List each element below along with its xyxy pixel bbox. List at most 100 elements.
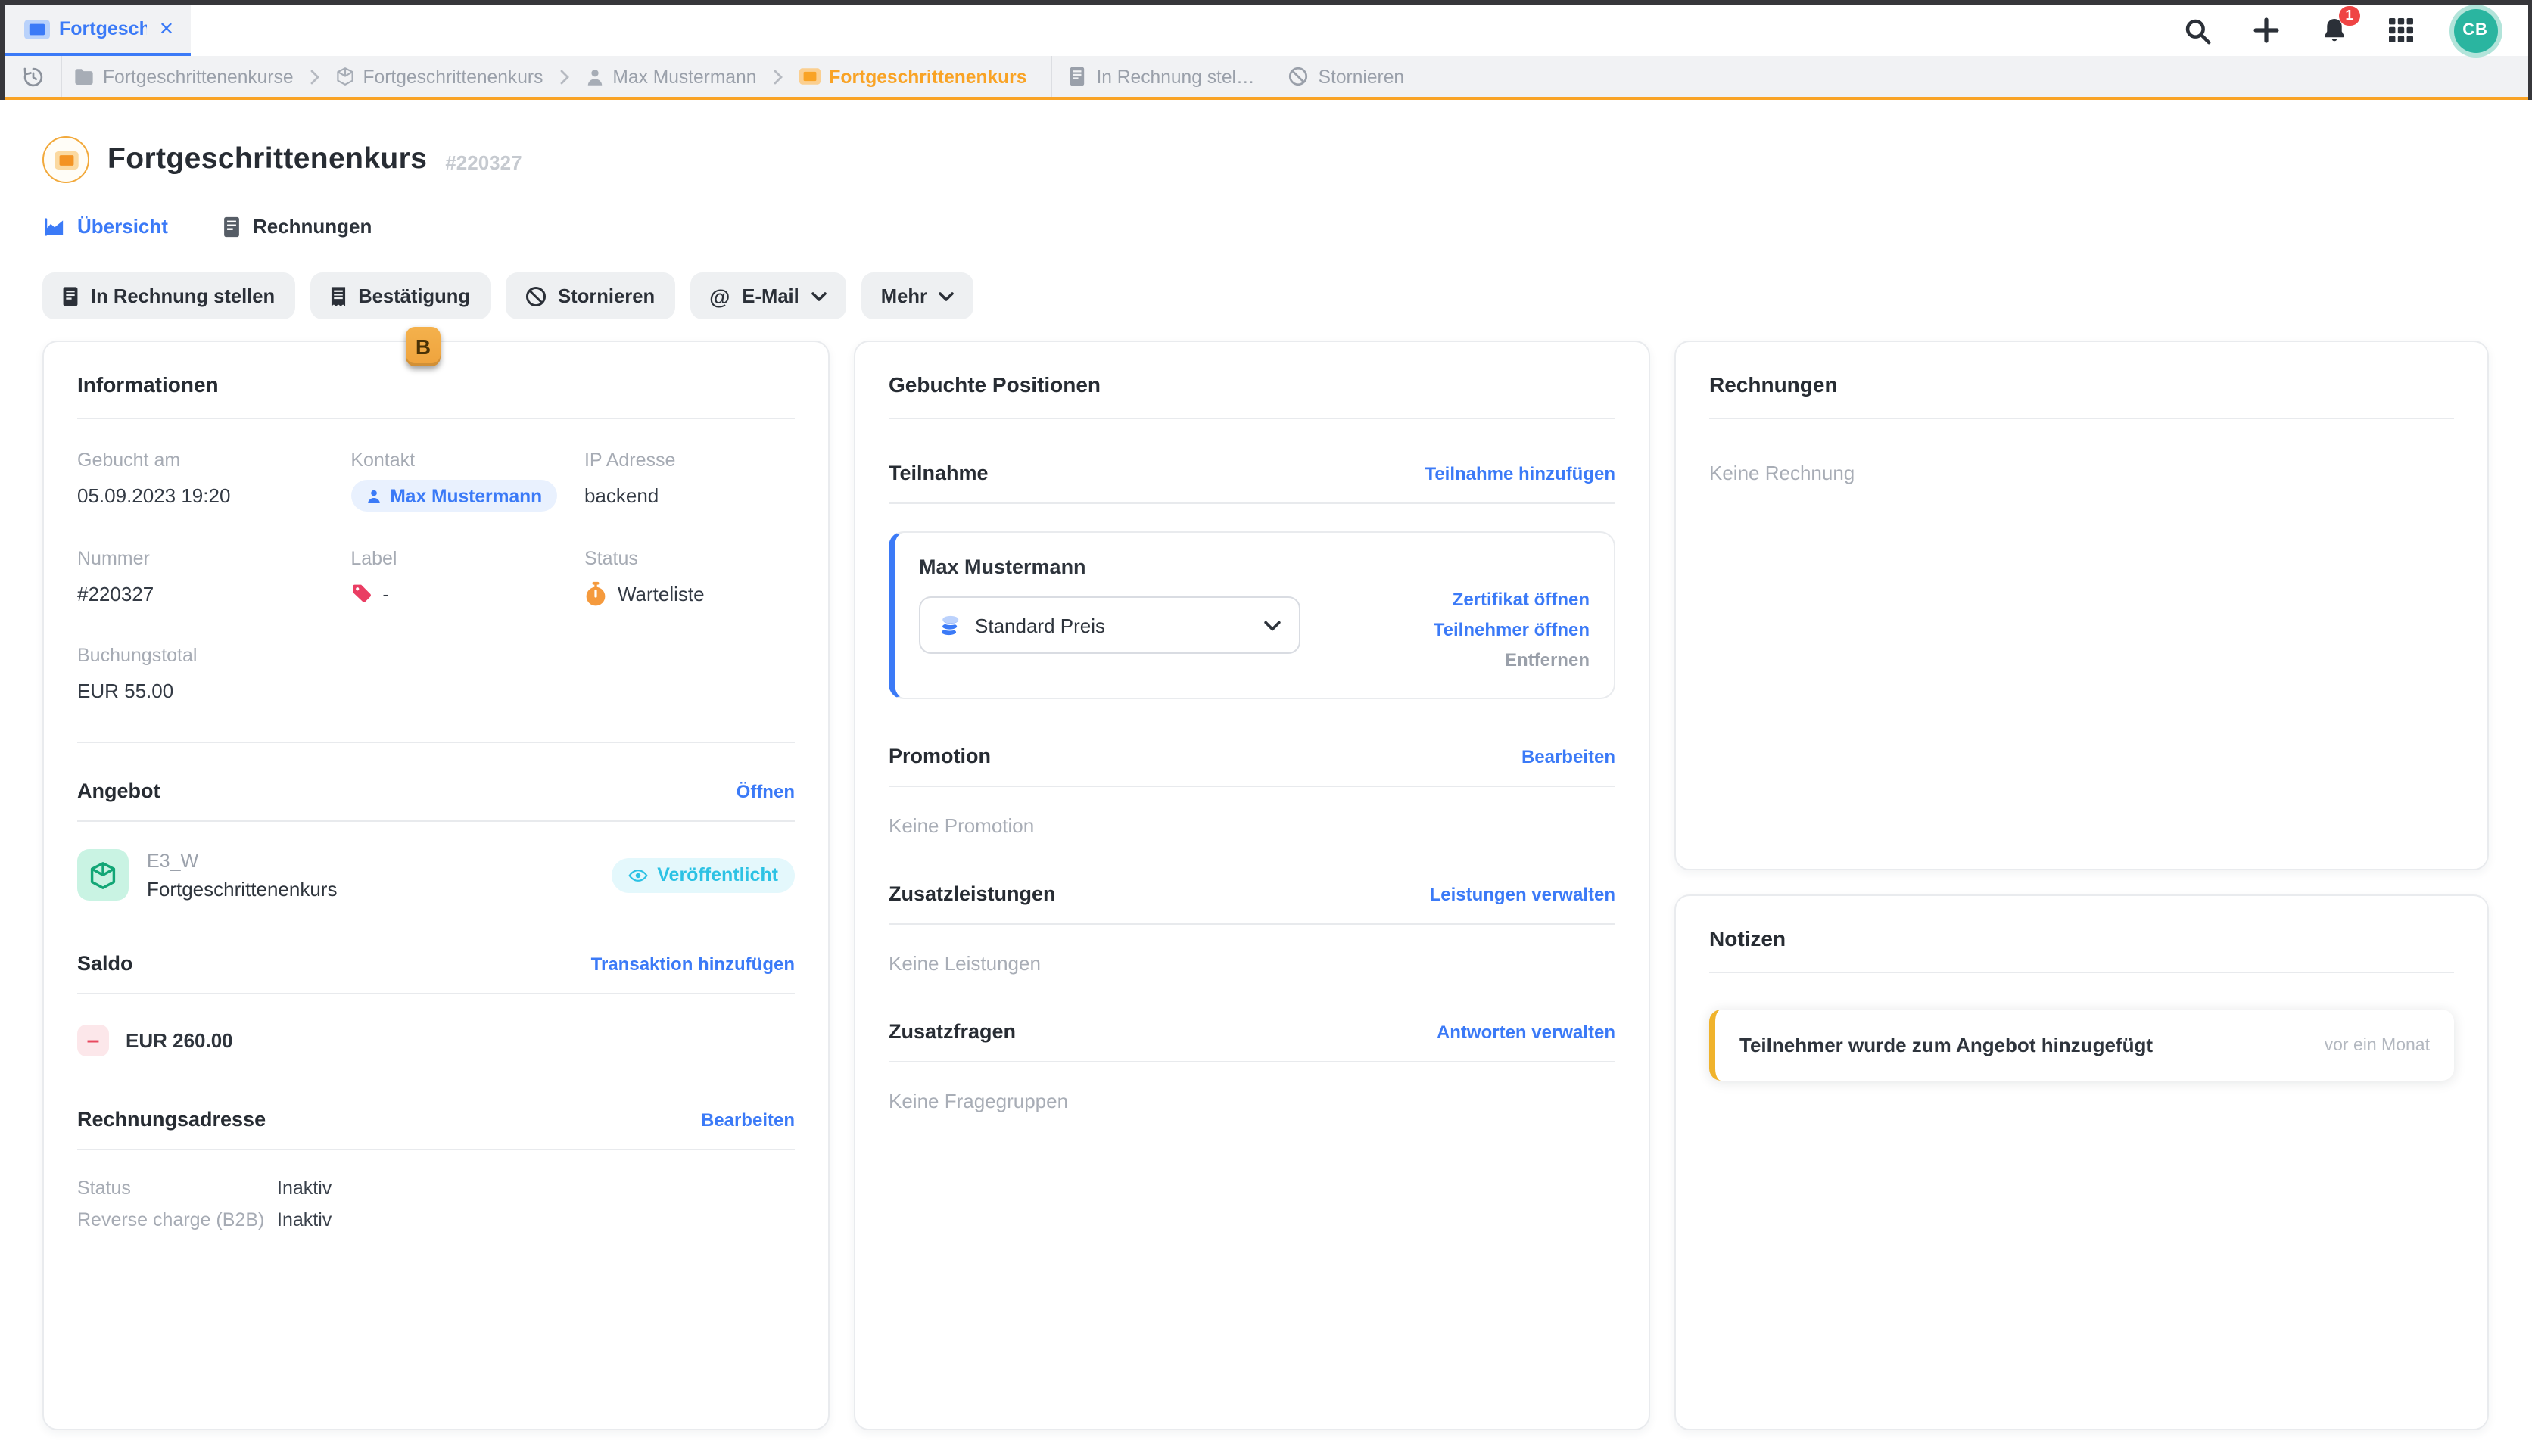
manage-answers-link[interactable]: Antworten verwalten — [1437, 1021, 1615, 1042]
window-chrome: Fortgeschrittene… ✕ 1 CB — [0, 0, 2532, 100]
open-participant-link[interactable]: Teilnehmer öffnen — [1434, 619, 1590, 640]
package-icon — [336, 67, 354, 86]
field-value: EUR 55.00 — [77, 675, 338, 705]
section-title: Promotion — [889, 745, 991, 767]
services-section-head: Zusatzleistungen Leistungen verwalten — [889, 882, 1615, 905]
page-header: Fortgeschrittenenkurs #220327 — [42, 136, 2490, 183]
divider — [889, 923, 1615, 925]
breadcrumb-label: Fortgeschrittenenkurse — [103, 66, 294, 87]
chevron-right-icon — [773, 69, 782, 84]
booking-ticket-icon — [42, 136, 89, 183]
panel-title: Rechnungen — [1709, 372, 2454, 397]
field-value: Warteliste — [618, 582, 705, 605]
price-option: Standard Preis — [975, 614, 1105, 636]
tab-invoices[interactable]: Rechnungen — [223, 215, 372, 238]
avatar[interactable]: CB — [2453, 8, 2497, 52]
note-item[interactable]: Teilnehmer wurde zum Angebot hinzugefügt… — [1709, 1010, 2454, 1081]
action-buttons: In Rechnung stellen Bestätigung Stornier… — [42, 272, 2490, 319]
chart-icon — [44, 217, 65, 235]
billing-row: Reverse charge (B2B) Inaktiv — [77, 1209, 795, 1230]
breadcrumb-item-course[interactable]: Fortgeschrittenenkurs — [324, 66, 556, 87]
more-button[interactable]: Mehr — [861, 272, 974, 319]
field-value: 05.09.2023 19:20 — [77, 480, 338, 510]
breadcrumb-action-invoice[interactable]: In Rechnung stel… — [1052, 66, 1271, 87]
open-certificate-link[interactable]: Zertifikat öffnen — [1453, 589, 1590, 610]
offer-name: Fortgeschrittenenkurs — [147, 877, 337, 900]
billing-rows: Status Inaktiv Reverse charge (B2B) Inak… — [77, 1178, 795, 1230]
divider — [77, 418, 795, 419]
tab-title: Fortgeschrittene… — [59, 18, 147, 39]
receipt-icon — [329, 285, 346, 306]
open-offer-link[interactable]: Öffnen — [737, 780, 795, 801]
cancel-button[interactable]: Stornieren — [505, 272, 674, 319]
promotion-section-head: Promotion Bearbeiten — [889, 745, 1615, 767]
add-participation-link[interactable]: Teilnahme hinzufügen — [1425, 462, 1615, 484]
contact-name: Max Mustermann — [390, 485, 542, 506]
search-icon[interactable] — [2182, 16, 2211, 45]
breadcrumb-item-booking[interactable]: Fortgeschrittenenkurs — [786, 66, 1039, 87]
field-status: Status Warteliste — [584, 548, 795, 608]
breadcrumb-action-label: Stornieren — [1319, 66, 1405, 87]
field-value: backend — [584, 480, 795, 510]
divider — [1709, 418, 2454, 419]
services-empty: Keine Leistungen — [889, 952, 1615, 975]
add-icon[interactable] — [2252, 17, 2279, 44]
note-timestamp: vor ein Monat — [2325, 1036, 2430, 1054]
invoice-button[interactable]: In Rechnung stellen — [42, 272, 294, 319]
confirmation-button[interactable]: Bestätigung — [310, 272, 490, 319]
remove-link[interactable]: Entfernen — [1505, 649, 1590, 670]
breadcrumb: Fortgeschrittenenkurse Fortgeschrittenen… — [5, 56, 2527, 100]
row-label: Reverse charge (B2B) — [77, 1209, 277, 1230]
field-tag: Label - — [350, 548, 572, 608]
field-number: Nummer #220327 — [77, 548, 338, 608]
add-transaction-link[interactable]: Transaktion hinzufügen — [591, 953, 795, 974]
eye-icon — [628, 868, 648, 882]
breadcrumb-action-cancel[interactable]: Stornieren — [1272, 66, 1422, 87]
divider — [77, 742, 795, 743]
field-booked-at: Gebucht am 05.09.2023 19:20 — [77, 450, 338, 512]
billing-row: Status Inaktiv — [77, 1178, 795, 1199]
field-value: - — [382, 582, 389, 605]
breadcrumb-item-courses[interactable]: Fortgeschrittenenkurse — [62, 66, 306, 87]
booking-number: #220327 — [445, 151, 522, 173]
offer-item[interactable]: E3_W Fortgeschrittenenkurs Veröffentlich… — [77, 849, 795, 901]
note-text: Teilnehmer wurde zum Angebot hinzugefügt — [1739, 1034, 2153, 1056]
tab-label: Rechnungen — [253, 215, 372, 238]
invoice-icon — [62, 285, 79, 306]
section-title: Angebot — [77, 779, 160, 802]
minus-icon: – — [77, 1025, 109, 1056]
close-icon[interactable]: ✕ — [156, 15, 177, 42]
apps-grid-icon[interactable] — [2388, 18, 2412, 42]
keyboard-shortcut-hint: B — [406, 327, 441, 366]
ticket-icon — [799, 68, 820, 85]
email-button[interactable]: @ E-Mail — [690, 272, 846, 319]
browser-tab[interactable]: Fortgeschrittene… ✕ — [5, 5, 191, 56]
promotion-empty: Keine Promotion — [889, 814, 1615, 837]
invoice-icon — [1069, 67, 1085, 86]
contact-chip[interactable]: Max Mustermann — [350, 480, 557, 512]
panel-title: Informationen — [77, 372, 795, 397]
section-title: Zusatzleistungen — [889, 882, 1056, 905]
field-label: Kontakt — [350, 450, 572, 471]
breadcrumb-item-contact[interactable]: Max Mustermann — [573, 66, 768, 87]
tag-icon — [350, 583, 372, 604]
divider — [889, 786, 1615, 787]
divider — [77, 993, 795, 994]
person-icon — [366, 488, 381, 503]
section-title: Zusatzfragen — [889, 1020, 1016, 1043]
edit-promotion-link[interactable]: Bearbeiten — [1521, 745, 1615, 767]
app-window: Fortgeschrittene… ✕ 1 CB — [0, 0, 2532, 1456]
ticket-icon — [24, 19, 50, 39]
participant-name: Max Mustermann — [919, 555, 1300, 578]
tab-overview[interactable]: Übersicht — [44, 215, 168, 238]
history-back-icon[interactable] — [5, 56, 61, 97]
saldo-section-head: Saldo Transaktion hinzufügen — [77, 952, 795, 975]
main-content: Fortgeschrittenenkurs #220327 Übersicht … — [0, 136, 2532, 1430]
edit-billing-link[interactable]: Bearbeiten — [701, 1109, 795, 1130]
bell-icon[interactable]: 1 — [2320, 16, 2347, 45]
saldo-amount: EUR 260.00 — [126, 1029, 233, 1052]
manage-services-link[interactable]: Leistungen verwalten — [1430, 883, 1615, 904]
participant-card: Max Mustermann Standard Preis Ze — [889, 531, 1615, 699]
divider — [889, 502, 1615, 504]
price-select[interactable]: Standard Preis — [919, 596, 1300, 654]
